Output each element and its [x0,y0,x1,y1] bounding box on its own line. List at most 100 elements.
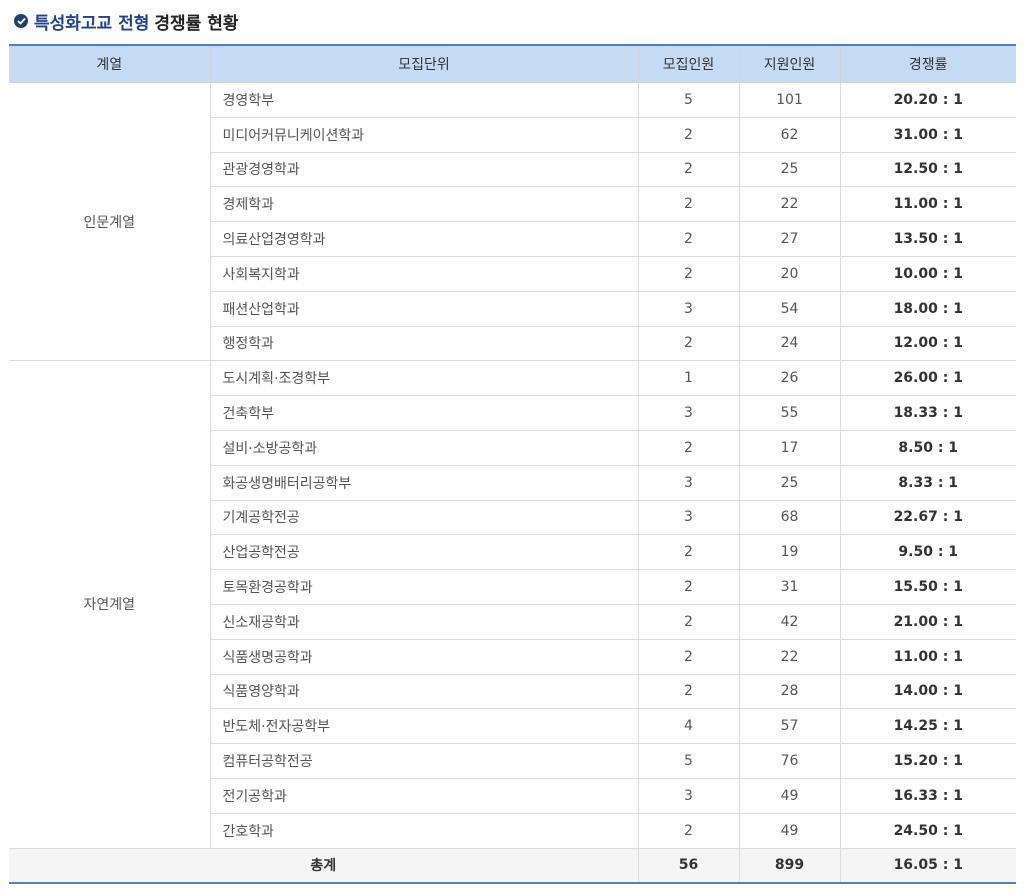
applicants-cell: 76 [738,743,841,779]
ratio-cell: 9.50 : 1 [839,534,1016,571]
table-body: 인문계열 경영학부 5 101 20.20 : 1 미디어커뮤니케이션학과 2 62 31.00… [9,81,1016,849]
unit-cell: 반도체·전자공학부 [210,708,639,745]
total-ratio: 16.05 : 1 [839,847,1016,884]
applicants-cell: 49 [738,777,841,814]
unit-cell: 미디어커뮤니케이션학과 [210,116,639,153]
applicants-cell: 22 [738,638,841,675]
applicants-cell: 19 [738,534,841,571]
ratio-cell: 14.00 : 1 [839,673,1016,710]
unit-cell: 전기공학과 [210,777,639,814]
quota-cell: 2 [637,569,740,605]
applicants-cell: 57 [738,708,841,745]
applicants-cell: 26 [738,360,841,397]
title-rest: 경쟁률 현황 [154,13,239,34]
quota-cell: 4 [637,708,740,745]
unit-cell: 행정학과 [210,325,639,362]
category-cell: 자연계열 [9,360,211,849]
unit-cell: 산업공학전공 [210,534,639,571]
unit-cell: 간호학과 [210,812,639,849]
applicants-cell: 55 [738,395,841,431]
quota-cell: 3 [637,464,740,501]
unit-cell: 식품영양학과 [210,673,639,710]
header-unit: 모집단위 [209,45,639,83]
ratio-cell: 31.00 : 1 [839,116,1016,153]
ratio-cell: 10.00 : 1 [839,255,1016,292]
unit-cell: 관광경영학과 [210,151,639,188]
total-quota: 56 [637,847,740,884]
unit-cell: 식품생명공학과 [210,638,639,675]
header-row: 계열 모집단위 모집인원 지원인원 경쟁률 [9,45,1016,83]
applicants-cell: 62 [738,116,841,153]
header-quota: 모집인원 [637,45,740,83]
unit-cell: 경영학부 [209,82,639,118]
ratio-cell: 24.50 : 1 [839,812,1016,849]
ratio-cell: 15.20 : 1 [839,743,1016,779]
applicants-cell: 68 [738,499,841,536]
quota-cell: 2 [637,673,740,710]
table-row: 인문계열 경영학부 5 101 20.20 : 1 [9,81,1016,362]
ratio-cell: 8.33 : 1 [839,464,1016,501]
quota-cell: 2 [637,255,740,292]
unit-cell: 경제학과 [210,186,639,223]
ratio-cell: 12.00 : 1 [839,325,1016,362]
ratio-cell: 26.00 : 1 [839,360,1016,397]
applicants-cell: 17 [738,429,841,466]
unit-cell: 설비·소방공학과 [210,429,639,466]
title-highlight: 특성화고교 전형 [34,13,150,34]
applicants-cell: 24 [738,325,841,362]
competition-table: 계열 모집단위 모집인원 지원인원 경쟁률 인문계열 경영학부 5 101 20.20 … [9,44,1016,885]
check-circle-icon [14,14,28,28]
quota-cell: 5 [637,743,740,779]
quota-cell: 3 [637,499,740,536]
quota-cell: 2 [637,638,740,675]
header-ratio: 경쟁률 [839,45,1016,83]
unit-cell: 신소재공학과 [210,603,639,640]
ratio-cell: 14.25 : 1 [839,708,1016,745]
ratio-cell: 15.50 : 1 [839,569,1016,605]
quota-cell: 1 [637,360,740,397]
ratio-cell: 18.33 : 1 [839,395,1016,431]
unit-cell: 사회복지학과 [210,255,639,292]
unit-cell: 도시계획·조경학부 [209,360,639,397]
ratio-cell: 22.67 : 1 [839,499,1016,536]
applicants-cell: 20 [738,255,841,292]
quota-cell: 2 [637,603,740,640]
table-row: 자연계열 도시계획·조경학부 1 26 26.00 : 1 [9,360,1016,849]
ratio-cell: 11.00 : 1 [839,186,1016,223]
unit-cell: 패션산업학과 [210,290,639,327]
applicants-cell: 25 [738,151,841,188]
ratio-cell: 12.50 : 1 [839,151,1016,188]
unit-cell: 토목환경공학과 [210,569,639,605]
quota-cell: 2 [637,429,740,466]
quota-cell: 2 [637,221,740,257]
applicants-cell: 31 [738,569,841,605]
applicants-cell: 27 [738,221,841,257]
applicants-cell: 25 [738,464,841,501]
unit-cell: 의료산업경영학과 [210,221,639,257]
quota-cell: 2 [637,151,740,188]
ratio-cell: 11.00 : 1 [839,638,1016,675]
quota-cell: 5 [637,82,740,118]
header-applicants: 지원인원 [738,45,841,83]
header-category: 계열 [9,45,211,83]
total-label: 총계 [9,847,639,884]
quota-cell: 2 [637,812,740,849]
applicants-cell: 42 [738,603,841,640]
applicants-cell: 22 [738,186,841,223]
category-cell: 인문계열 [9,81,211,362]
quota-cell: 2 [637,534,740,571]
quota-cell: 2 [637,186,740,223]
applicants-cell: 28 [738,673,841,710]
section-title: 특성화고교 전형 경쟁률 현황 [14,9,239,34]
quota-cell: 2 [637,325,740,362]
quota-cell: 3 [637,777,740,814]
total-row: 총계 56 899 16.05 : 1 [9,847,1016,884]
unit-cell: 건축학부 [210,395,639,431]
unit-cell: 화공생명배터리공학부 [210,464,639,501]
quota-cell: 3 [637,290,740,327]
applicants-cell: 54 [738,290,841,327]
ratio-cell: 13.50 : 1 [839,221,1016,257]
unit-cell: 기계공학전공 [210,499,639,536]
unit-cell: 컴퓨터공학전공 [210,743,639,779]
ratio-cell: 16.33 : 1 [839,777,1016,814]
